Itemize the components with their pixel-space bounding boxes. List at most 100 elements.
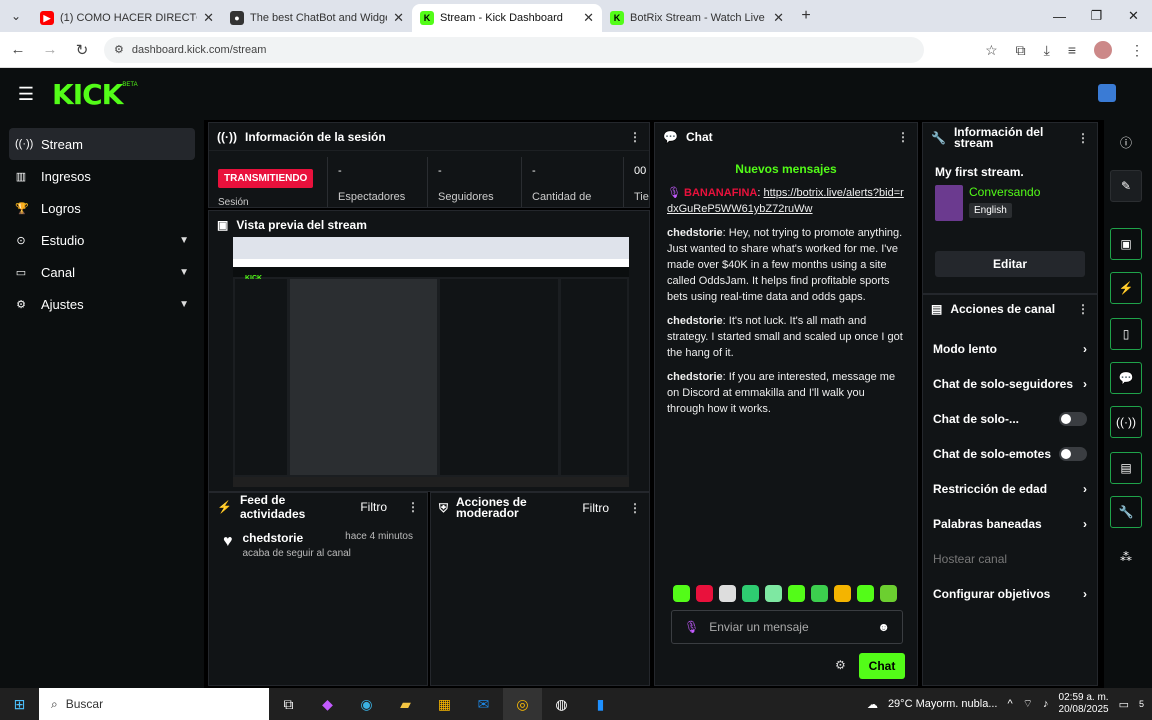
info-icon[interactable]: ⓘ — [1120, 134, 1132, 151]
action-slow-mode[interactable]: Modo lento › — [923, 331, 1097, 366]
close-tab-icon[interactable]: ✕ — [393, 10, 404, 26]
chat-username[interactable]: chedstorie — [667, 227, 723, 239]
close-tab-icon[interactable]: ✕ — [583, 10, 594, 26]
volume-icon[interactable]: ♪ — [1043, 698, 1049, 710]
sidebar-item-logros[interactable]: 🏆 Logros — [9, 192, 195, 224]
back-icon[interactable]: ← — [4, 41, 32, 58]
filter-button[interactable]: Filtro — [360, 500, 387, 514]
chat-username[interactable]: BANANAFINA — [684, 187, 757, 199]
network-icon[interactable]: ⌔ — [1023, 697, 1033, 711]
emotes-only-toggle[interactable] — [1059, 446, 1087, 461]
category-thumbnail[interactable] — [935, 185, 963, 221]
minimize-icon[interactable]: — — [1041, 0, 1078, 32]
reload-icon[interactable]: ↻ — [68, 41, 96, 59]
restore-icon[interactable]: ❐ — [1078, 0, 1115, 32]
broadcast-icon[interactable]: ((·)) — [1110, 406, 1142, 438]
sidebar-item-estudio[interactable]: ⊙ Estudio ▼ — [9, 224, 195, 256]
sidebar-item-ingresos[interactable]: ▥ Ingresos — [9, 160, 195, 192]
sidebar-item-canal[interactable]: ▭ Canal ▼ — [9, 256, 195, 288]
taskbar-search[interactable]: ⌕ Buscar — [39, 688, 269, 720]
copilot-icon[interactable]: ◆ — [308, 688, 347, 720]
chat-bubble-icon[interactable]: 💬 — [1110, 362, 1142, 394]
forward-icon[interactable]: → — [36, 41, 64, 58]
emote-icon[interactable] — [834, 585, 851, 602]
chat-settings-gear-icon[interactable]: ⚙ — [835, 658, 846, 672]
action-age-restriction[interactable]: Restricción de edad › — [923, 471, 1097, 506]
extensions-icon[interactable]: ⧉ — [1016, 42, 1026, 59]
browser-tab-chatbot[interactable]: ● The best ChatBot and Widgets f ✕ — [222, 4, 412, 32]
close-tab-icon[interactable]: ✕ — [203, 10, 214, 26]
windows-start-icon[interactable]: ⊞ — [0, 688, 39, 720]
sidebar-item-stream[interactable]: ((·)) Stream — [9, 128, 195, 160]
browser-tab-youtube[interactable]: ▶ (1) COMO HACER DIRECTOS EN ✕ — [32, 4, 222, 32]
user-avatar[interactable] — [1098, 84, 1116, 102]
emote-icon[interactable] — [673, 585, 690, 602]
action-banned-words[interactable]: Palabras baneadas › — [923, 506, 1097, 541]
hamburger-menu-icon[interactable]: ☰ — [0, 84, 52, 105]
url-field[interactable]: ⚙ dashboard.kick.com/stream — [104, 36, 924, 63]
file-explorer-icon[interactable]: ▰ — [386, 688, 425, 720]
bolt-icon[interactable]: ⚡ — [1110, 272, 1142, 304]
action-followers-only[interactable]: Chat de solo-seguidores › — [923, 366, 1097, 401]
stream-preview-video[interactable]: KICK — [233, 237, 629, 487]
camera-icon[interactable]: ▣ — [1110, 228, 1142, 260]
emote-icon[interactable] — [742, 585, 759, 602]
app-icon[interactable]: ▮ — [581, 688, 620, 720]
emote-icon[interactable] — [719, 585, 736, 602]
emote-icon[interactable] — [857, 585, 874, 602]
more-options-icon[interactable]: ⋮ — [1077, 302, 1089, 316]
sidebar-item-ajustes[interactable]: ⚙ Ajustes ▼ — [9, 288, 195, 320]
chrome-icon[interactable]: ◎ — [503, 688, 542, 720]
media-control-icon[interactable]: ≡ — [1068, 42, 1076, 58]
tab-search-icon[interactable]: ⌄ — [0, 0, 32, 32]
emote-icon[interactable] — [765, 585, 782, 602]
chat-send-button[interactable]: Chat — [859, 653, 905, 679]
emoji-icon[interactable]: ☻ — [877, 620, 890, 634]
notification-icon[interactable]: ▭ — [1119, 698, 1129, 711]
apps-icon[interactable]: ⁂ — [1120, 550, 1132, 564]
weather-text[interactable]: 29°C Mayorm. nubla... — [888, 698, 998, 710]
bookmark-star-icon[interactable]: ☆ — [985, 42, 998, 59]
activity-user[interactable]: chedstorie — [243, 531, 304, 545]
edge-icon[interactable]: ◉ — [347, 688, 386, 720]
task-view-icon[interactable]: ⧉ — [269, 688, 308, 720]
subscribers-only-toggle[interactable] — [1059, 411, 1087, 426]
browser-menu-icon[interactable]: ⋮ — [1130, 42, 1144, 59]
site-info-icon[interactable]: ⚙ — [114, 43, 124, 56]
more-options-icon[interactable]: ⋮ — [629, 501, 641, 515]
download-icon[interactable]: ⤓ — [1044, 42, 1050, 59]
kick-logo[interactable]: KICK — [52, 78, 123, 111]
edit-stream-button[interactable]: Editar — [935, 251, 1085, 277]
broadcast-icon: ((·)) — [217, 129, 237, 144]
emote-icon[interactable] — [696, 585, 713, 602]
clock[interactable]: 02:59 a. m. 20/08/2025 — [1059, 692, 1109, 716]
new-messages-divider[interactable]: Nuevos mensajes — [667, 161, 905, 177]
close-window-icon[interactable]: ✕ — [1115, 0, 1152, 32]
category-name[interactable]: Conversando — [969, 185, 1040, 199]
emote-icon[interactable] — [880, 585, 897, 602]
close-tab-icon[interactable]: ✕ — [773, 10, 784, 26]
store-icon[interactable]: ▦ — [425, 688, 464, 720]
emote-icon[interactable] — [788, 585, 805, 602]
filter-button[interactable]: Filtro — [582, 501, 609, 515]
phone-icon[interactable]: ▯ — [1110, 318, 1142, 350]
action-configure-goals[interactable]: Configurar objetivos › — [923, 576, 1097, 611]
pencil-icon[interactable]: ✎ — [1110, 170, 1142, 202]
chat-input[interactable]: 🎙 Enviar un mensaje ☻ — [671, 610, 903, 644]
chevron-up-icon[interactable]: ^ — [1008, 698, 1013, 710]
more-options-icon[interactable]: ⋮ — [407, 500, 419, 514]
wrench-icon[interactable]: 🔧 — [1110, 496, 1142, 528]
new-tab-icon[interactable]: + — [792, 7, 820, 25]
browser-tab-botrix[interactable]: K BotRix Stream - Watch Live on ✕ — [602, 4, 792, 32]
outlook-icon[interactable]: ✉ — [464, 688, 503, 720]
emote-icon[interactable] — [811, 585, 828, 602]
chat-username[interactable]: chedstorie — [667, 371, 723, 383]
more-options-icon[interactable]: ⋮ — [629, 130, 641, 144]
obs-icon[interactable]: ◍ — [542, 688, 581, 720]
more-options-icon[interactable]: ⋮ — [1077, 131, 1089, 145]
layout-icon[interactable]: ▤ — [1110, 452, 1142, 484]
browser-tab-kick-dashboard[interactable]: K Stream - Kick Dashboard ✕ — [412, 4, 602, 32]
more-options-icon[interactable]: ⋮ — [897, 130, 909, 144]
profile-avatar[interactable] — [1094, 41, 1112, 59]
chat-username[interactable]: chedstorie — [667, 315, 723, 327]
